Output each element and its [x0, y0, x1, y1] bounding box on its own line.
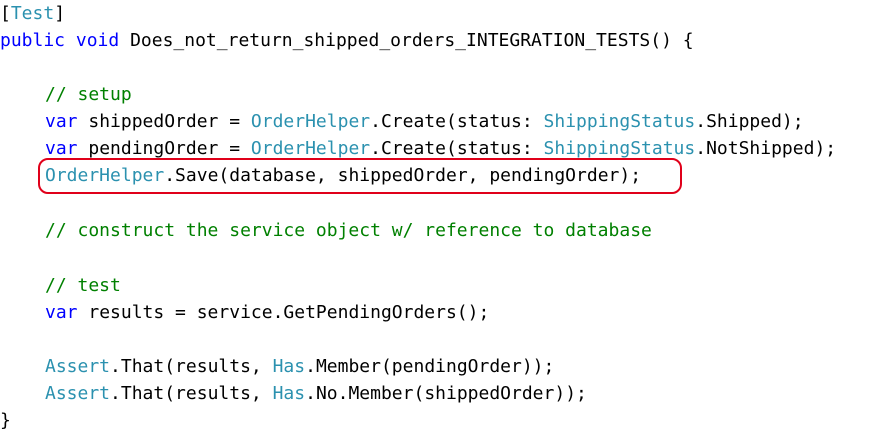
code-text: .NotShipped); — [695, 138, 837, 159]
code-text: .That(results, — [110, 356, 273, 377]
method-name: Does_not_return_shipped_orders_INTEGRATI… — [119, 30, 694, 51]
closing-brace: } — [0, 410, 11, 431]
code-line-comment-setup: // setup — [45, 81, 132, 108]
code-line-assert-no-member: Assert.That(results, Has.No.Member(shipp… — [45, 380, 587, 407]
type-shipping-status: ShippingStatus — [543, 111, 696, 132]
code-text: .Shipped); — [695, 111, 804, 132]
keyword-var: var — [45, 138, 78, 159]
code-line-shipped-order: var shippedOrder = OrderHelper.Create(st… — [45, 108, 804, 135]
type-assert: Assert — [45, 383, 111, 404]
code-line-results: var results = service.GetPendingOrders()… — [45, 299, 489, 326]
type-order-helper: OrderHelper — [250, 138, 371, 159]
code-line-method-signature: public void Does_not_return_shipped_orde… — [0, 27, 694, 54]
code-editor[interactable]: [Test] public void Does_not_return_shipp… — [0, 0, 884, 436]
code-line-closing-brace: } — [0, 407, 11, 434]
highlight-annotation — [38, 158, 682, 194]
code-line-assert-member: Assert.That(results, Has.Member(pendingO… — [45, 353, 554, 380]
keyword-void: void — [75, 30, 120, 51]
code-text: .No.Member(shippedOrder)); — [305, 383, 587, 404]
comment-test: // test — [45, 275, 121, 296]
type-order-helper: OrderHelper — [250, 111, 371, 132]
keyword-var: var — [45, 111, 78, 132]
type-shipping-status: ShippingStatus — [543, 138, 696, 159]
code-line-comment-test: // test — [45, 272, 121, 299]
code-text: pendingOrder = — [77, 138, 251, 159]
code-text: .That(results, — [110, 383, 273, 404]
type-has: Has — [272, 356, 306, 377]
attribute-open-bracket: [ — [0, 3, 11, 24]
type-assert: Assert — [45, 356, 111, 377]
code-line-comment-construct: // construct the service object w/ refer… — [45, 217, 652, 244]
comment-setup: // setup — [45, 84, 132, 105]
attribute-name: Test — [10, 3, 55, 24]
code-text: shippedOrder = — [77, 111, 251, 132]
attribute-close-bracket: ] — [54, 3, 66, 24]
type-has: Has — [272, 383, 306, 404]
comment-construct: // construct the service object w/ refer… — [45, 220, 652, 241]
code-text: .Create(status: — [370, 111, 544, 132]
code-line-attribute: [Test] — [0, 0, 65, 27]
keyword-var: var — [45, 302, 78, 323]
code-text: .Member(pendingOrder)); — [305, 356, 555, 377]
code-text: results = service.GetPendingOrders(); — [77, 302, 490, 323]
code-text: .Create(status: — [370, 138, 544, 159]
keyword-public: public — [0, 30, 66, 51]
